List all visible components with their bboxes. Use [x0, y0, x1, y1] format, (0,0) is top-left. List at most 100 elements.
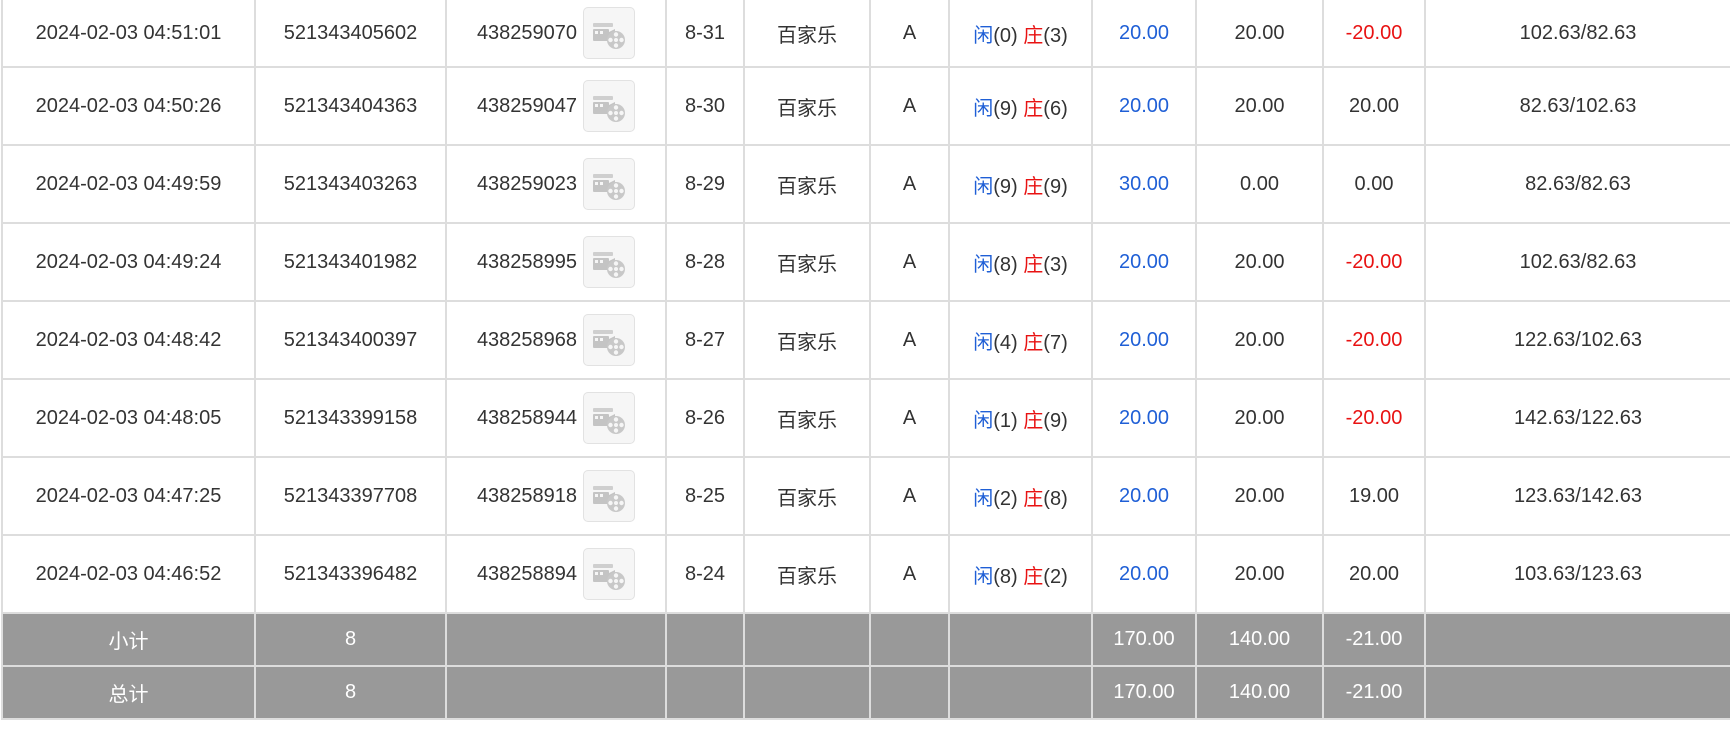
- round-number-cell: 438258894: [445, 534, 667, 614]
- payout-amount: -20.00: [1322, 378, 1426, 458]
- balance-change: 103.63/123.63: [1424, 534, 1730, 614]
- result-cell: 闲(2) 庄(8): [948, 456, 1093, 536]
- game-name: 百家乐: [743, 378, 871, 458]
- replay-video-button[interactable]: [583, 314, 636, 366]
- film-reel-icon: [593, 96, 626, 122]
- round-number-cell: 438259047: [445, 66, 667, 146]
- banker-points: (6): [1043, 97, 1068, 120]
- bet-amount: 20.00: [1091, 456, 1197, 536]
- game-name: 百家乐: [743, 300, 871, 380]
- round-number: 438258968: [476, 328, 578, 351]
- total-empty-cell: [869, 665, 950, 720]
- order-number: 521343396482: [254, 534, 447, 614]
- result-cell: 闲(8) 庄(2): [948, 534, 1093, 614]
- bet-amount: 20.00: [1091, 378, 1197, 458]
- subtotal-label: 小计: [1, 612, 256, 667]
- replay-video-button[interactable]: [583, 236, 636, 288]
- result-cell: 闲(9) 庄(6): [948, 66, 1093, 146]
- table-name: A: [869, 144, 950, 224]
- bet-records-page: 2024-02-03 04:51:01 521343405602 4382590…: [0, 0, 1730, 746]
- player-points: (8): [993, 253, 1018, 276]
- round-number: 438259047: [476, 94, 578, 117]
- banker-label: 庄: [1023, 565, 1044, 588]
- round-number-cell: 438259023: [445, 144, 667, 224]
- total-empty-cell: [665, 665, 745, 720]
- table-row: 2024-02-03 04:46:52 521343396482 4382588…: [1, 534, 1730, 614]
- payout-amount: -20.00: [1322, 222, 1426, 302]
- player-label: 闲: [973, 24, 994, 47]
- table-row: 2024-02-03 04:50:26 521343404363 4382590…: [1, 66, 1730, 146]
- table-row: 2024-02-03 04:49:59 521343403263 4382590…: [1, 144, 1730, 224]
- table-row: 2024-02-03 04:51:01 521343405602 4382590…: [1, 0, 1730, 68]
- player-label: 闲: [973, 565, 994, 588]
- game-name: 百家乐: [743, 66, 871, 146]
- shoe-number: 8-24: [665, 534, 745, 614]
- banker-points: (9): [1043, 175, 1068, 198]
- film-reel-icon: [593, 23, 626, 49]
- shoe-number: 8-28: [665, 222, 745, 302]
- replay-video-button[interactable]: [583, 548, 636, 600]
- banker-points: (3): [1043, 253, 1068, 276]
- valid-bet-amount: 20.00: [1195, 0, 1324, 68]
- round-number-cell: 438258968: [445, 300, 667, 380]
- banker-points: (8): [1043, 487, 1068, 510]
- subtotal-empty-cell: [948, 612, 1093, 667]
- bet-time: 2024-02-03 04:47:25: [1, 456, 256, 536]
- banker-label: 庄: [1023, 97, 1044, 120]
- banker-label: 庄: [1023, 487, 1044, 510]
- round-number: 438258894: [476, 562, 578, 585]
- balance-change: 102.63/82.63: [1424, 222, 1730, 302]
- payout-amount: 0.00: [1322, 144, 1426, 224]
- table-name: A: [869, 66, 950, 146]
- table-row: 2024-02-03 04:48:05 521343399158 4382589…: [1, 378, 1730, 458]
- bet-amount: 30.00: [1091, 144, 1197, 224]
- subtotal-count: 8: [254, 612, 447, 667]
- round-number: 438258918: [476, 484, 578, 507]
- round-number: 438258944: [476, 406, 578, 429]
- subtotal-bet: 170.00: [1091, 612, 1197, 667]
- replay-video-button[interactable]: [583, 7, 636, 59]
- film-reel-icon: [593, 486, 626, 512]
- bet-amount: 20.00: [1091, 534, 1197, 614]
- valid-bet-amount: 0.00: [1195, 144, 1324, 224]
- order-number: 521343400397: [254, 300, 447, 380]
- balance-change: 102.63/82.63: [1424, 0, 1730, 68]
- total-empty-cell: [1424, 665, 1730, 720]
- result-cell: 闲(1) 庄(9): [948, 378, 1093, 458]
- round-number-cell: 438258918: [445, 456, 667, 536]
- total-empty-cell: [445, 665, 667, 720]
- replay-video-button[interactable]: [583, 470, 636, 522]
- total-empty-cell: [743, 665, 871, 720]
- subtotal-empty-cell: [445, 612, 667, 667]
- bet-time: 2024-02-03 04:50:26: [1, 66, 256, 146]
- valid-bet-amount: 20.00: [1195, 378, 1324, 458]
- player-label: 闲: [973, 97, 994, 120]
- game-name: 百家乐: [743, 144, 871, 224]
- total-label: 总计: [1, 665, 256, 720]
- result-cell: 闲(0) 庄(3): [948, 0, 1093, 68]
- replay-video-button[interactable]: [583, 80, 636, 132]
- round-number-cell: 438258995: [445, 222, 667, 302]
- banker-label: 庄: [1023, 409, 1044, 432]
- game-name: 百家乐: [743, 534, 871, 614]
- round-number: 438259023: [476, 172, 578, 195]
- subtotal-row: 小计 8 170.00 140.00 -21.00: [1, 612, 1730, 667]
- order-number: 521343404363: [254, 66, 447, 146]
- shoe-number: 8-26: [665, 378, 745, 458]
- table-row: 2024-02-03 04:48:42 521343400397 4382589…: [1, 300, 1730, 380]
- result-cell: 闲(8) 庄(3): [948, 222, 1093, 302]
- shoe-number: 8-27: [665, 300, 745, 380]
- order-number: 521343403263: [254, 144, 447, 224]
- bet-time: 2024-02-03 04:49:59: [1, 144, 256, 224]
- player-label: 闲: [973, 253, 994, 276]
- subtotal-empty-cell: [665, 612, 745, 667]
- shoe-number: 8-29: [665, 144, 745, 224]
- game-name: 百家乐: [743, 0, 871, 68]
- bet-time: 2024-02-03 04:48:42: [1, 300, 256, 380]
- order-number: 521343397708: [254, 456, 447, 536]
- replay-video-button[interactable]: [583, 392, 636, 444]
- film-reel-icon: [593, 330, 626, 356]
- banker-label: 庄: [1023, 253, 1044, 276]
- bet-amount: 20.00: [1091, 300, 1197, 380]
- replay-video-button[interactable]: [583, 158, 636, 210]
